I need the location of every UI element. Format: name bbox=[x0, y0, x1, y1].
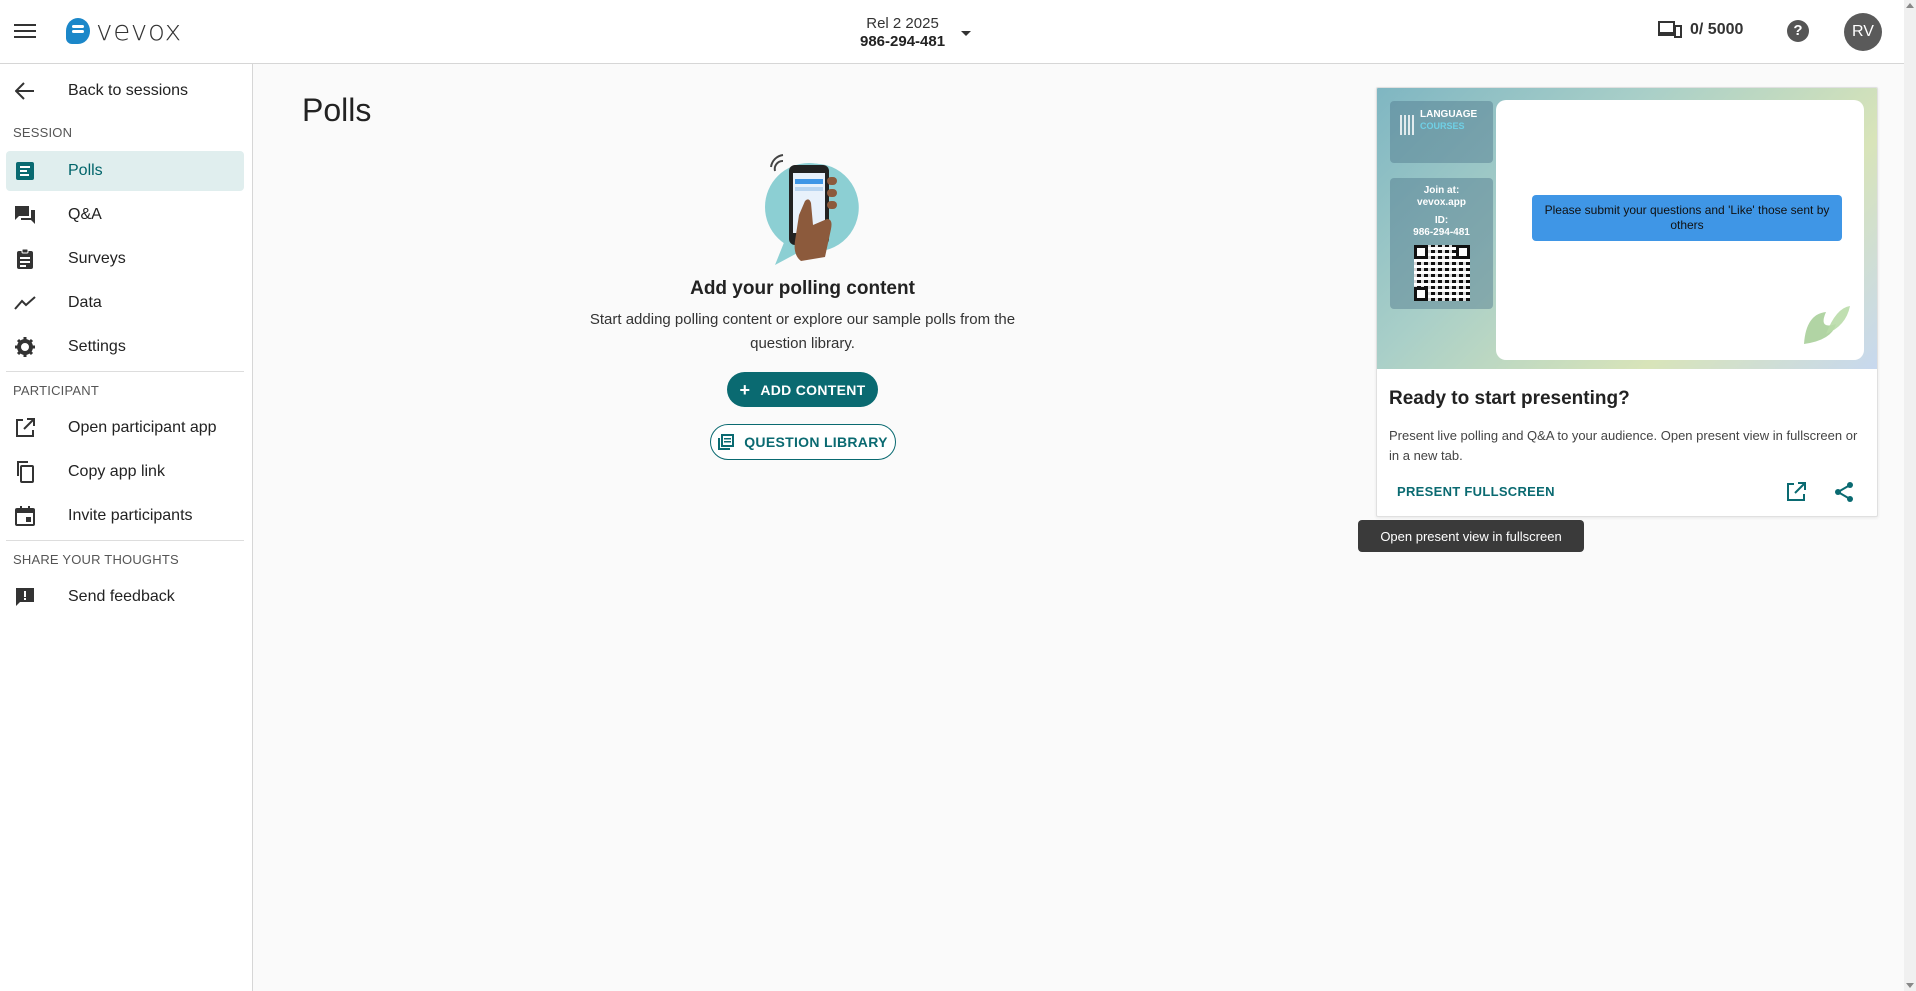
card-title: Ready to start presenting? bbox=[1389, 388, 1630, 409]
device-count: 0/ 5000 bbox=[1690, 21, 1744, 38]
sidebar-item-label: Data bbox=[68, 294, 102, 311]
sidebar-item-label: Send feedback bbox=[68, 588, 175, 605]
sidebar-item-label: Open participant app bbox=[68, 419, 217, 436]
present-preview-card: LANGUAGE COURSES Join at: vevox.app ID: … bbox=[1376, 87, 1878, 517]
sidebar-item-label: Copy app link bbox=[68, 463, 165, 480]
id-label: ID: bbox=[1434, 215, 1449, 226]
menu-icon[interactable] bbox=[14, 20, 36, 42]
sidebar-item-invite-participants[interactable]: Invite participants bbox=[6, 496, 244, 536]
brand-badge: LANGUAGE COURSES bbox=[1390, 101, 1493, 163]
phone-hand-illustration bbox=[764, 154, 859, 265]
session-name: Rel 2 2025 bbox=[866, 15, 939, 32]
brand-line2: COURSES bbox=[1420, 121, 1465, 131]
scroll-up-icon[interactable] bbox=[1906, 3, 1914, 8]
preview-screen: Please submit your questions and 'Like' … bbox=[1496, 100, 1864, 360]
join-url: vevox.app bbox=[1417, 197, 1466, 208]
present-preview[interactable]: LANGUAGE COURSES Join at: vevox.app ID: … bbox=[1377, 88, 1877, 369]
clipboard-icon bbox=[12, 247, 38, 271]
add-content-button[interactable]: + ADD CONTENT bbox=[727, 372, 878, 407]
vevox-logo-icon bbox=[66, 18, 90, 44]
join-label: Join at: bbox=[1423, 185, 1460, 196]
sidebar-item-label: Settings bbox=[68, 338, 126, 355]
devices-icon bbox=[1658, 21, 1682, 38]
participant-section-label: PARTICIPANT bbox=[13, 383, 99, 398]
sidebar-item-qa[interactable]: Q&A bbox=[6, 195, 244, 235]
session-code: 986-294-481 bbox=[860, 33, 946, 50]
present-fullscreen-button[interactable]: PRESENT FULLSCREEN bbox=[1397, 484, 1555, 499]
feedback-section-label: SHARE YOUR THOUGHTS bbox=[13, 552, 179, 567]
sidebar-item-surveys[interactable]: Surveys bbox=[6, 239, 244, 279]
id-value: 986-294-481 bbox=[1413, 227, 1470, 238]
sidebar-item-label: Surveys bbox=[68, 250, 126, 267]
sidebar-item-send-feedback[interactable]: Send feedback bbox=[6, 577, 244, 617]
vevox-logo[interactable]: vevox bbox=[66, 14, 182, 47]
page-scrollbar[interactable] bbox=[1904, 0, 1916, 991]
top-bar: vevox Rel 2 2025 986-294-481 0/ 5000 ? R… bbox=[0, 0, 1904, 64]
sidebar-item-label: Polls bbox=[68, 162, 103, 179]
open-new-tab-icon[interactable] bbox=[1785, 481, 1807, 503]
audio-bars-icon bbox=[1400, 115, 1416, 135]
session-section-label: SESSION bbox=[13, 125, 73, 140]
polls-icon bbox=[12, 159, 38, 183]
sidebar-item-label: Q&A bbox=[68, 206, 102, 223]
logo-text: vevox bbox=[96, 14, 182, 47]
question-library-label: QUESTION LIBRARY bbox=[744, 434, 888, 450]
qr-code-icon bbox=[1413, 245, 1470, 301]
sidebar-item-open-participant-app[interactable]: Open participant app bbox=[6, 408, 244, 448]
leaf-decoration-icon bbox=[1804, 306, 1850, 344]
join-badge: Join at: vevox.app ID: 986-294-481 bbox=[1390, 178, 1493, 309]
sidebar-item-polls[interactable]: Polls bbox=[6, 151, 244, 191]
back-to-sessions-label: Back to sessions bbox=[68, 82, 189, 99]
sidebar-item-copy-app-link[interactable]: Copy app link bbox=[6, 452, 244, 492]
preview-message: Please submit your questions and 'Like' … bbox=[1532, 195, 1842, 241]
sidebar-divider bbox=[6, 540, 244, 541]
sidebar-divider bbox=[6, 371, 244, 372]
sidebar-item-label: Invite participants bbox=[68, 507, 193, 524]
share-icon[interactable] bbox=[1833, 481, 1855, 503]
feedback-icon bbox=[12, 585, 38, 609]
question-library-button[interactable]: QUESTION LIBRARY bbox=[710, 424, 896, 460]
open-external-icon bbox=[12, 416, 38, 440]
trend-icon bbox=[12, 291, 38, 315]
session-switcher[interactable]: Rel 2 2025 986-294-481 bbox=[860, 15, 972, 51]
page-title: Polls bbox=[302, 92, 372, 128]
avatar[interactable]: RV bbox=[1844, 13, 1882, 51]
tooltip: Open present view in fullscreen bbox=[1358, 520, 1584, 552]
empty-state-title: Add your polling content bbox=[690, 278, 915, 299]
calendar-icon bbox=[12, 504, 38, 528]
help-icon[interactable]: ? bbox=[1787, 20, 1809, 42]
scroll-down-icon[interactable] bbox=[1906, 983, 1914, 988]
qa-icon bbox=[12, 203, 38, 227]
back-to-sessions-link[interactable]: Back to sessions bbox=[6, 71, 244, 111]
plus-icon: + bbox=[739, 379, 751, 400]
empty-state-text: Start adding polling content or explore … bbox=[589, 311, 1016, 352]
gear-icon bbox=[12, 335, 38, 359]
arrow-left-icon bbox=[12, 79, 38, 103]
chevron-down-icon[interactable] bbox=[961, 30, 972, 36]
device-counter[interactable]: 0/ 5000 bbox=[1658, 21, 1743, 39]
add-content-label: ADD CONTENT bbox=[760, 381, 866, 398]
sidebar-item-data[interactable]: Data bbox=[6, 283, 244, 323]
library-icon bbox=[718, 434, 735, 450]
copy-icon bbox=[12, 460, 38, 484]
card-description: Present live polling and Q&A to your aud… bbox=[1389, 428, 1858, 463]
sidebar-item-settings[interactable]: Settings bbox=[6, 327, 244, 367]
sidebar: Back to sessions SESSION Polls Q&A Surve… bbox=[0, 64, 253, 991]
empty-state: Add your polling content Start adding po… bbox=[560, 145, 1045, 356]
brand-line1: LANGUAGE bbox=[1420, 109, 1478, 120]
